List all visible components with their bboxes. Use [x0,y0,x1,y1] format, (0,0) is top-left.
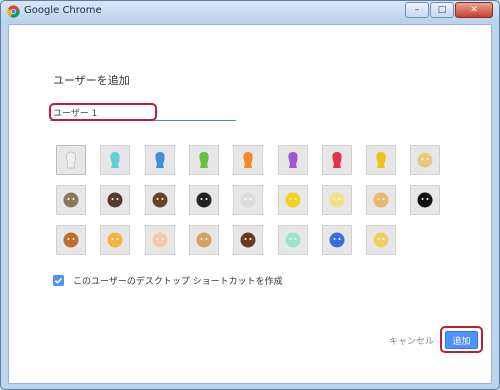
shortcut-checkbox[interactable] [53,275,64,286]
chrome-icon [7,5,20,18]
avatar-superhero-icon [63,192,79,208]
avatar-generic-green-icon [199,152,209,168]
close-button[interactable]: ✕ [455,2,493,18]
avatar-horse-icon [240,232,256,248]
avatar-burger-icon [63,232,79,248]
avatar-cat[interactable] [100,225,130,255]
avatar-dog-icon [196,232,212,248]
name-field-wrap [50,105,236,121]
avatar-businessman[interactable] [145,185,175,215]
avatar-margarita[interactable] [278,225,308,255]
avatar-sun-cloud-icon [373,232,389,248]
avatar-awesome-icon [285,192,301,208]
avatar-ninja[interactable] [189,185,219,215]
minimize-icon: – [414,5,420,15]
avatar-ninja-icon [196,192,212,208]
avatar-generic-blue-icon [155,152,165,168]
avatar-soccer-icon [417,192,433,208]
avatar-generic-red[interactable] [322,145,352,175]
avatar-alien[interactable] [233,185,263,215]
avatar-secret-agent-icon [417,152,433,168]
chrome-window: Google Chrome – □ ✕ ユーザーを追加 このユーザーのデスクトッ… [0,0,500,390]
cancel-button[interactable]: キャンセル [389,334,434,347]
avatar-generic-aqua[interactable] [100,145,130,175]
minimize-button[interactable]: – [405,2,429,18]
avatar-dog[interactable] [189,225,219,255]
avatar-generic-purple-icon [288,152,298,168]
avatar-generic-orange-icon [243,152,253,168]
add-button[interactable]: 追加 [445,331,478,349]
avatar-generic-red-icon [332,152,342,168]
shortcut-checkbox-row[interactable]: このユーザーのデスクトップ ショートカットを作成 [53,274,283,287]
avatar-margarita-icon [285,232,301,248]
close-icon: ✕ [470,5,478,15]
avatar-generic-green[interactable] [189,145,219,175]
name-input[interactable] [50,105,236,121]
avatar-cupcake-icon [152,232,168,248]
avatar-flower[interactable] [322,185,352,215]
avatar-pizza[interactable] [366,185,396,215]
window-title: Google Chrome [24,5,102,16]
maximize-icon: □ [437,5,447,15]
avatar-sun-cloud[interactable] [366,225,396,255]
maximize-button[interactable]: □ [430,2,454,18]
avatar-generic-aqua-icon [110,152,120,168]
avatar-generic-blue[interactable] [145,145,175,175]
avatar-generic-yellow-icon [376,152,386,168]
avatar-generic-white[interactable] [56,145,86,175]
avatar-volley-ball[interactable] [100,185,130,215]
avatar-cupcake[interactable] [145,225,175,255]
avatar-soccer[interactable] [410,185,440,215]
avatar-burger[interactable] [56,225,86,255]
avatar-secret-agent[interactable] [410,145,440,175]
title-bar[interactable]: Google Chrome – □ ✕ [1,1,499,23]
avatar-generic-yellow[interactable] [366,145,396,175]
avatar-superhero[interactable] [56,185,86,215]
avatar-pizza-icon [373,192,389,208]
avatar-alien-icon [240,192,256,208]
shortcut-checkbox-label: このユーザーのデスクトップ ショートカットを作成 [73,277,283,287]
avatar-note-icon [329,232,345,248]
avatar-generic-purple[interactable] [278,145,308,175]
avatar-flower-icon [329,192,345,208]
window-controls: – □ ✕ [405,2,493,18]
avatar-generic-orange[interactable] [233,145,263,175]
avatar-horse[interactable] [233,225,263,255]
avatar-generic-white-icon [66,151,76,169]
avatar-note[interactable] [322,225,352,255]
avatar-volley-ball-icon [107,192,123,208]
avatar-awesome[interactable] [278,185,308,215]
avatar-businessman-icon [152,192,168,208]
page-title: ユーザーを追加 [53,74,130,87]
avatar-cat-icon [107,232,123,248]
checkmark-icon [54,277,63,284]
